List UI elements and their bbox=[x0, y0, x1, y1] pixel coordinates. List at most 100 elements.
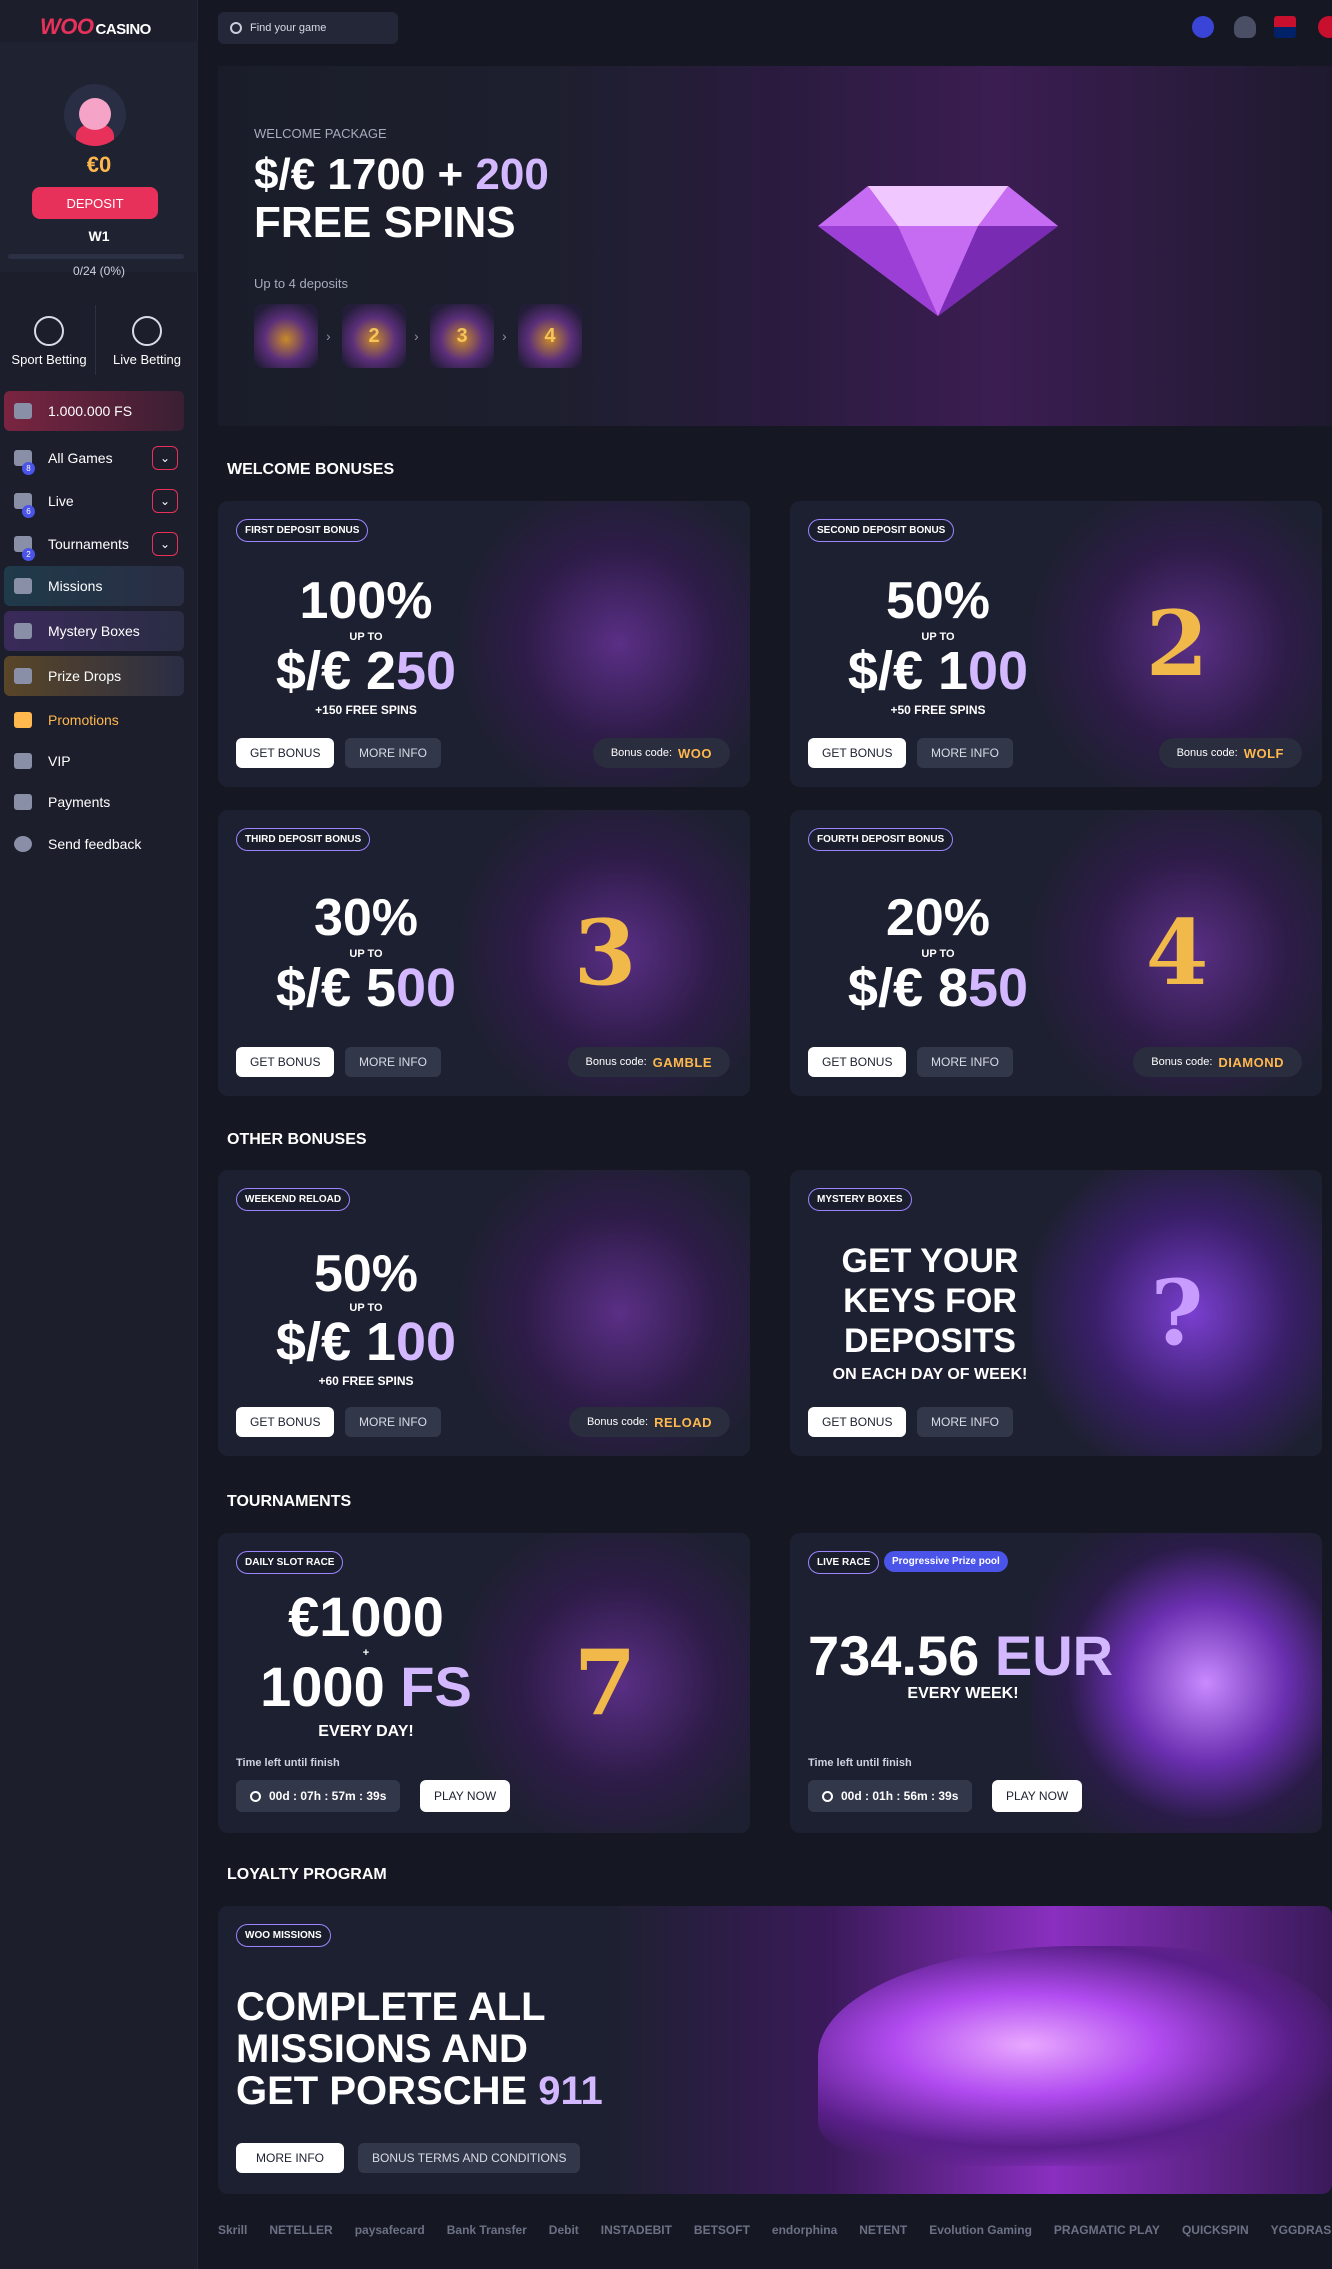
section-title-other-bonuses: OTHER BONUSES bbox=[227, 1131, 367, 1148]
bonus-percent: 50% bbox=[313, 1245, 419, 1303]
timer-label: Time left until finish bbox=[808, 1757, 912, 1769]
more-info-button[interactable]: MORE INFO bbox=[345, 1407, 441, 1437]
tournament-card-live-race[interactable]: LIVE RACE Progressive Prize pool 734.56 … bbox=[790, 1533, 1322, 1833]
bonus-card-weekend-reload[interactable]: WEEKEND RELOAD 50% UP TO $/€ 100 +60 FRE… bbox=[218, 1170, 750, 1456]
bonus-terms-button[interactable]: BONUS TERMS AND CONDITIONS bbox=[358, 2143, 581, 2173]
more-info-button[interactable]: MORE INFO bbox=[345, 738, 441, 768]
chest-icon bbox=[14, 623, 32, 639]
deposit-step-1[interactable] bbox=[254, 304, 318, 368]
more-info-button[interactable]: MORE INFO bbox=[236, 2143, 344, 2173]
countdown-timer: 00d : 01h : 56m : 39s bbox=[808, 1780, 973, 1812]
bonus-tag: THIRD DEPOSIT BONUS bbox=[236, 828, 371, 851]
bonus-card-third-deposit[interactable]: 3 THIRD DEPOSIT BONUS 30% UP TO $/€ 500 … bbox=[218, 810, 750, 1096]
sport-betting-link[interactable]: Sport Betting bbox=[0, 300, 98, 380]
bonus-card-second-deposit[interactable]: 2 SECOND DEPOSIT BONUS 50% UP TO $/€ 100… bbox=[790, 501, 1322, 787]
bonus-code-chip[interactable]: Bonus code: RELOAD bbox=[568, 1407, 730, 1437]
bonus-tag: SECOND DEPOSIT BONUS bbox=[808, 519, 955, 542]
play-now-button[interactable]: PLAY NOW bbox=[992, 1780, 1083, 1812]
deposit-step-2[interactable]: 2 bbox=[342, 304, 406, 368]
get-bonus-button[interactable]: GET BONUS bbox=[808, 738, 907, 768]
sidebar-item-send-feedback[interactable]: Send feedback bbox=[4, 824, 184, 864]
bonus-card-first-deposit[interactable]: FIRST DEPOSIT BONUS 100% UP TO $/€ 250 +… bbox=[218, 501, 750, 787]
get-bonus-button[interactable]: GET BONUS bbox=[236, 1047, 335, 1077]
bonus-code-chip[interactable]: Bonus code: GAMBLE bbox=[567, 1047, 730, 1077]
bonus-card-mystery-boxes[interactable]: ? MYSTERY BOXES GET YOUR KEYS FOR DEPOSI… bbox=[790, 1170, 1322, 1456]
free-spins-label: +150 FREE SPINS bbox=[315, 703, 417, 717]
sidebar-item-payments[interactable]: Payments bbox=[4, 782, 184, 822]
bonus-code-chip[interactable]: Bonus code: WOLF bbox=[1158, 738, 1302, 768]
bonus-tag: FIRST DEPOSIT BONUS bbox=[236, 519, 369, 542]
get-bonus-button[interactable]: GET BONUS bbox=[808, 1407, 907, 1437]
chevron-down-icon[interactable]: ⌄ bbox=[152, 446, 178, 470]
provider-logo: QUICKSPIN bbox=[1181, 2223, 1249, 2237]
sidebar-item-live[interactable]: 6 Live ⌄ bbox=[4, 481, 184, 521]
chevron-down-icon[interactable]: ⌄ bbox=[152, 532, 178, 556]
deposit-step-4[interactable]: 4 bbox=[518, 304, 582, 368]
sidebar-item-1000000-fs[interactable]: 1.000.000 FS bbox=[4, 391, 184, 431]
tournament-card-daily-slot-race[interactable]: 7 DAILY SLOT RACE €1000 + 1000 FS EVERY … bbox=[218, 1533, 750, 1833]
porsche-car-image bbox=[818, 1946, 1332, 2166]
bonus-tag: MYSTERY BOXES bbox=[808, 1188, 912, 1211]
bonus-amount: $/€ 250 bbox=[275, 641, 457, 701]
provider-logo: Debit bbox=[548, 2223, 579, 2237]
more-info-button[interactable]: MORE INFO bbox=[917, 1407, 1013, 1437]
page: WOO CASINO €0 DEPOSIT W1 0/24 (0%) Sport … bbox=[0, 0, 1332, 2269]
live-race-prize: 734.56 EUR bbox=[808, 1624, 1114, 1687]
logo[interactable]: WOO CASINO bbox=[40, 14, 151, 40]
get-bonus-button[interactable]: GET BONUS bbox=[808, 1047, 907, 1077]
sidebar-item-promotions[interactable]: Promotions bbox=[4, 700, 184, 740]
countdown-timer: 00d : 07h : 57m : 39s bbox=[236, 1780, 401, 1812]
provider-logo: YGGDRASIL bbox=[1270, 2223, 1332, 2237]
level-progress-text: 0/24 (0%) bbox=[72, 264, 126, 278]
avatar[interactable] bbox=[64, 84, 126, 146]
clock-icon bbox=[250, 1790, 261, 1802]
language-flag-icon[interactable] bbox=[1274, 16, 1296, 38]
deposit-button[interactable]: DEPOSIT bbox=[32, 187, 158, 219]
sidebar-item-vip[interactable]: VIP bbox=[4, 741, 184, 781]
get-bonus-button[interactable]: GET BONUS bbox=[236, 738, 335, 768]
provider-logo: PRAGMATIC PLAY bbox=[1053, 2223, 1160, 2237]
user-icon[interactable] bbox=[1192, 16, 1214, 38]
deposit-step-3[interactable]: 3 bbox=[430, 304, 494, 368]
sidebar-item-mystery-boxes[interactable]: Mystery Boxes bbox=[4, 611, 184, 651]
bonus-percent: 30% bbox=[313, 889, 419, 947]
divider bbox=[95, 305, 96, 375]
count-badge: 6 bbox=[22, 505, 35, 518]
tournament-frequency: EVERY WEEK! bbox=[907, 1685, 1019, 1702]
megaphone-icon bbox=[14, 712, 32, 728]
diamond-icon bbox=[818, 186, 1058, 316]
free-spins-label: +50 FREE SPINS bbox=[890, 703, 986, 717]
sidebar-item-missions[interactable]: Missions bbox=[4, 566, 184, 606]
bonus-amount: $/€ 100 bbox=[275, 1312, 457, 1372]
chevron-right-icon: › bbox=[414, 328, 419, 344]
bell-icon[interactable] bbox=[1234, 16, 1256, 38]
provider-logo: INSTADEBIT bbox=[600, 2223, 672, 2237]
bonus-tag: FOURTH DEPOSIT BONUS bbox=[808, 828, 954, 851]
section-title-loyalty-program: LOYALTY PROGRAM bbox=[227, 1866, 387, 1883]
vip-icon bbox=[14, 753, 32, 769]
sidebar-item-all-games[interactable]: 8 All Games ⌄ bbox=[4, 438, 184, 478]
live-betting-link[interactable]: Live Betting bbox=[98, 300, 196, 380]
provider-logo: Evolution Gaming bbox=[929, 2223, 1032, 2237]
bonus-code-chip[interactable]: Bonus code: DIAMOND bbox=[1133, 1047, 1302, 1077]
sidebar-item-tournaments[interactable]: 2 Tournaments ⌄ bbox=[4, 524, 184, 564]
search-icon bbox=[230, 22, 242, 34]
play-now-button[interactable]: PLAY NOW bbox=[420, 1780, 511, 1812]
bonus-card-fourth-deposit[interactable]: 4 FOURTH DEPOSIT BONUS 20% UP TO $/€ 850… bbox=[790, 810, 1322, 1096]
search-input[interactable] bbox=[250, 22, 390, 34]
chevron-down-icon[interactable]: ⌄ bbox=[152, 489, 178, 513]
search-box[interactable] bbox=[218, 12, 398, 44]
get-bonus-button[interactable]: GET BONUS bbox=[236, 1407, 335, 1437]
bonus-code-chip[interactable]: Bonus code: WOO bbox=[592, 738, 730, 768]
welcome-package-banner[interactable]: WELCOME PACKAGE $/€ 1700 + 200 FREE SPINS… bbox=[218, 66, 1332, 426]
more-info-button[interactable]: MORE INFO bbox=[345, 1047, 441, 1077]
more-info-button[interactable]: MORE INFO bbox=[917, 738, 1013, 768]
chevron-right-icon: › bbox=[502, 328, 507, 344]
language-flag-icon[interactable] bbox=[1318, 16, 1332, 38]
more-info-button[interactable]: MORE INFO bbox=[917, 1047, 1013, 1077]
section-title-welcome-bonuses: WELCOME BONUSES bbox=[227, 461, 395, 478]
provider-logo: Bank Transfer bbox=[446, 2223, 527, 2237]
profile-panel: €0 DEPOSIT W1 0/24 (0%) bbox=[0, 42, 198, 278]
loyalty-banner[interactable]: WOO MISSIONS COMPLETE ALL MISSIONS AND GET… bbox=[218, 1906, 1332, 2194]
sidebar-item-prize-drops[interactable]: Prize Drops bbox=[4, 656, 184, 696]
